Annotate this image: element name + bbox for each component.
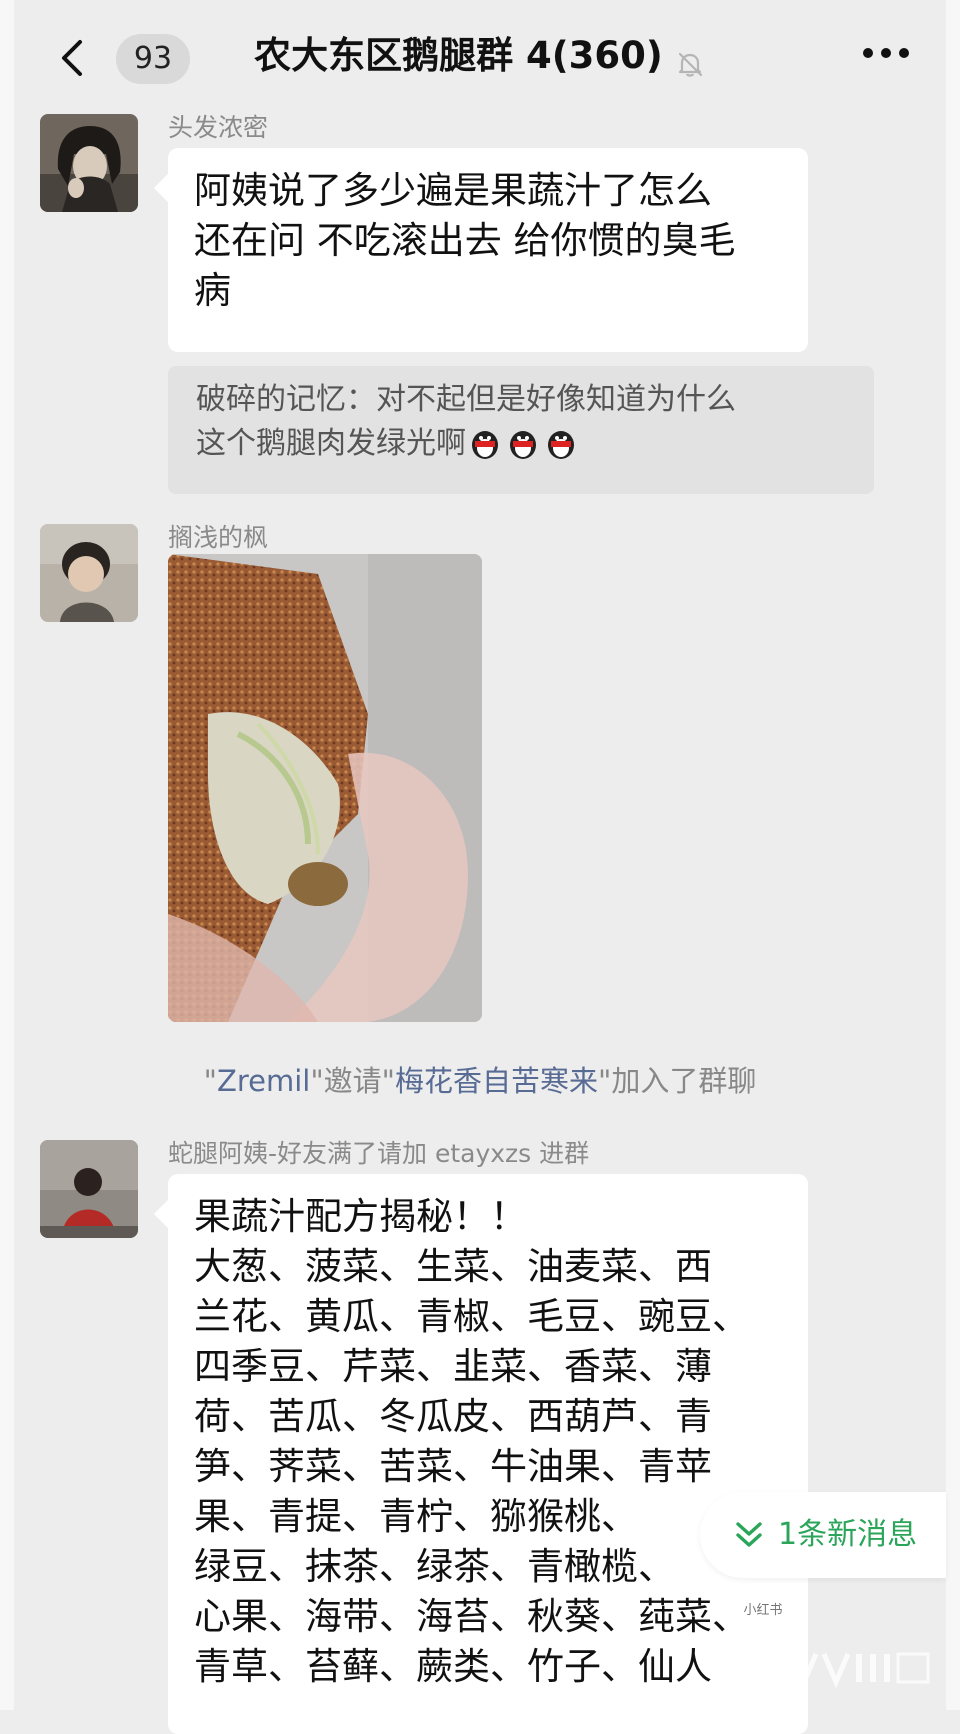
system-joined-text: "加入了群聊 bbox=[598, 1064, 757, 1098]
system-quote-open: " bbox=[203, 1064, 217, 1098]
system-notice: "Zremil"邀请"梅花香自苦寒来"加入了群聊 bbox=[0, 1058, 960, 1100]
chat-title: 农大东区鹅腿群 4(360) bbox=[254, 34, 663, 77]
shared-photo[interactable] bbox=[168, 554, 482, 1022]
screen-edge-right bbox=[946, 0, 960, 1710]
invitee-name-link[interactable]: 梅花香自苦寒来 bbox=[395, 1064, 598, 1098]
quoted-reply[interactable]: 破碎的记忆：对不起但是好像知道为什么 这个鹅腿肉发绿光啊 bbox=[168, 366, 874, 494]
mute-bell-icon bbox=[678, 52, 702, 77]
sender-name: 头发浓密 bbox=[168, 113, 269, 142]
message-bubble[interactable]: 阿姨说了多少遍是果蔬汁了怎么 还在问 不吃滚出去 给你惯的臭毛 病 bbox=[168, 148, 808, 352]
avatar-image bbox=[40, 1140, 138, 1238]
avatar-image bbox=[40, 114, 138, 212]
new-message-label: 1条新消息 bbox=[778, 1517, 918, 1552]
emoji-group bbox=[468, 426, 588, 473]
inviter-name-link[interactable]: Zremil bbox=[217, 1064, 310, 1098]
watermark-badge: 小红书 bbox=[736, 1598, 790, 1624]
back-button[interactable]: 93 bbox=[44, 30, 194, 86]
message-bubble[interactable]: 果蔬汁配方揭秘！！ 大葱、菠菜、生菜、油麦菜、西 兰花、黄瓜、青椒、毛豆、豌豆、… bbox=[168, 1174, 808, 1734]
chevron-left-icon bbox=[62, 40, 82, 76]
unread-count-badge: 93 bbox=[116, 34, 190, 84]
chat-header: 93 农大东区鹅腿群 4(360) bbox=[14, 0, 946, 106]
quoted-reply-text: 破碎的记忆：对不起但是好像知道为什么 这个鹅腿肉发绿光啊 bbox=[196, 382, 736, 461]
avatar-image bbox=[40, 524, 138, 622]
avatar[interactable] bbox=[40, 114, 138, 212]
avatar[interactable] bbox=[40, 1140, 138, 1238]
photo-image bbox=[168, 554, 482, 1022]
penguin-emoji-icons bbox=[472, 431, 574, 459]
watermark-logo-icon bbox=[716, 1650, 930, 1689]
message-text: 阿姨说了多少遍是果蔬汁了怎么 还在问 不吃滚出去 给你惯的臭毛 病 bbox=[194, 169, 736, 312]
new-message-button[interactable]: 1条新消息 bbox=[700, 1492, 946, 1578]
screen-edge-left bbox=[0, 0, 14, 1710]
double-chevron-down-icon bbox=[736, 1522, 762, 1547]
chat-title-wrap: 农大东区鹅腿群 4(360) bbox=[214, 26, 746, 86]
message-text: 果蔬汁配方揭秘！！ 大葱、菠菜、生菜、油麦菜、西 兰花、黄瓜、青椒、毛豆、豌豆、… bbox=[194, 1195, 749, 1688]
more-options-icon[interactable] bbox=[856, 28, 916, 78]
sender-name: 搁浅的枫 bbox=[168, 523, 269, 552]
sender-name: 蛇腿阿姨-好友满了请加 etayxzs 进群 bbox=[168, 1139, 590, 1168]
avatar[interactable] bbox=[40, 524, 138, 622]
system-invited-text: "邀请" bbox=[310, 1064, 396, 1098]
